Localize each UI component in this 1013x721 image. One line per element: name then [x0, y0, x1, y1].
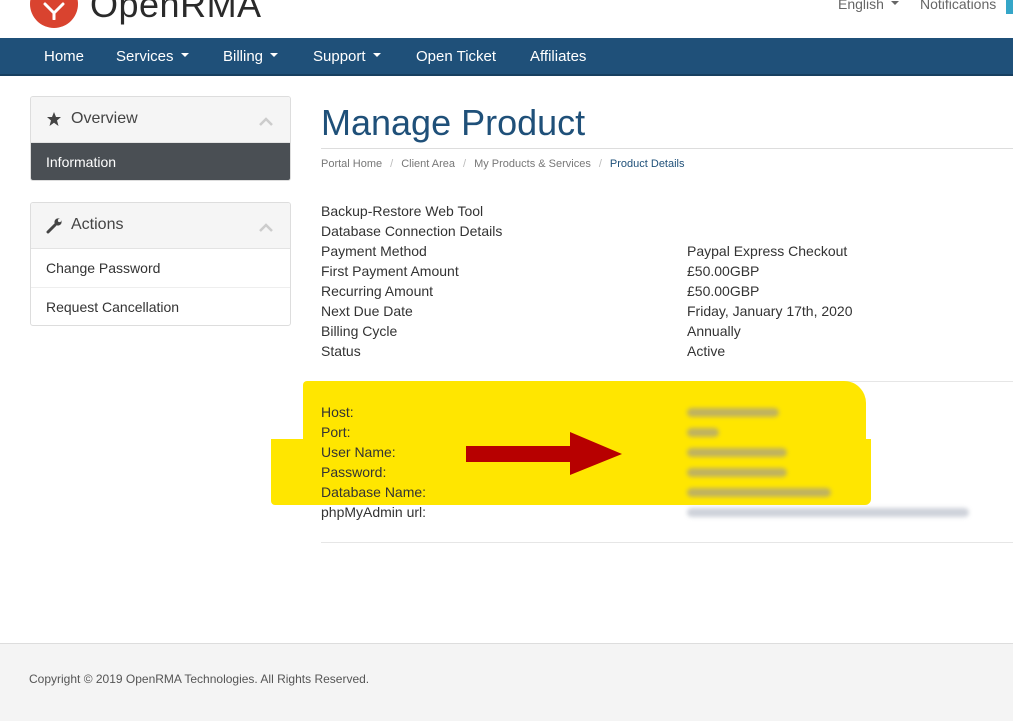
payment-method-value: Paypal Express Checkout — [687, 243, 848, 259]
status-label: Status — [321, 343, 361, 359]
phpmyadmin-url-label: phpMyAdmin url: — [321, 504, 427, 520]
db-connection-details-link[interactable]: Database Connection Details — [321, 223, 502, 239]
language-label: English — [838, 0, 884, 12]
billing-cycle-label: Billing Cycle — [321, 323, 398, 339]
overview-panel-header[interactable]: Overview — [31, 97, 290, 143]
backup-restore-link[interactable]: Backup-Restore Web Tool — [321, 203, 483, 219]
redacted-port — [687, 428, 719, 437]
next-due-date-label: Next Due Date — [321, 303, 413, 319]
nav-affiliates-label: Affiliates — [530, 48, 587, 65]
nav-support[interactable]: Support — [313, 48, 381, 65]
status-value: Active — [687, 343, 726, 359]
first-payment-label: First Payment Amount — [321, 263, 459, 279]
redacted-phpmyadmin-url[interactable] — [687, 508, 969, 517]
overview-title: Overview — [71, 110, 138, 127]
chevron-down-icon — [890, 1, 899, 6]
logo-icon[interactable] — [30, 0, 78, 28]
redacted-username — [687, 448, 787, 457]
chevron-up-icon[interactable] — [258, 220, 274, 238]
next-due-date-value: Friday, January 17th, 2020 — [687, 303, 853, 319]
chevron-up-icon[interactable] — [258, 114, 274, 132]
chevron-down-icon — [180, 53, 189, 58]
language-selector[interactable]: English — [838, 0, 899, 12]
actions-panel-header[interactable]: Actions — [31, 203, 290, 249]
notifications-link[interactable]: Notifications — [920, 0, 996, 12]
payment-method-label: Payment Method — [321, 243, 427, 259]
breadcrumb-client-area[interactable]: Client Area — [401, 158, 455, 170]
notification-badge — [1006, 0, 1013, 14]
password-label: Password: — [321, 464, 387, 480]
copyright-text: Copyright © 2019 OpenRMA Technologies. A… — [29, 672, 370, 686]
recurring-amount-value: £50.00GBP — [687, 283, 760, 299]
main-nav: Home Services Billing Support Open Ticke… — [0, 38, 1013, 76]
nav-billing-label: Billing — [223, 48, 264, 65]
nav-home[interactable]: Home — [44, 48, 84, 65]
title-divider — [321, 148, 1013, 149]
wrench-icon — [46, 217, 63, 239]
nav-services-label: Services — [116, 48, 174, 65]
redacted-host — [687, 408, 779, 417]
nav-support-label: Support — [313, 48, 366, 65]
breadcrumb: Portal Home / Client Area / My Products & Se… — [321, 158, 685, 170]
footer: Copyright © 2019 OpenRMA Technologies. A… — [0, 643, 1013, 721]
nav-billing[interactable]: Billing — [223, 48, 279, 65]
nav-open-ticket[interactable]: Open Ticket — [416, 48, 496, 65]
billing-cycle-value: Annually — [687, 323, 741, 339]
nav-affiliates[interactable]: Affiliates — [530, 48, 586, 65]
site-header: OpenRMA English Notifications — [0, 0, 1013, 38]
chevron-down-icon — [270, 53, 279, 58]
database-name-label: Database Name: — [321, 484, 427, 500]
sidebar-item-change-password[interactable]: Change Password — [31, 249, 290, 288]
arrow-right-icon — [466, 432, 622, 475]
logo-text[interactable]: OpenRMA — [90, 0, 262, 26]
redacted-database-name — [687, 488, 831, 497]
chevron-down-icon — [372, 53, 381, 58]
breadcrumb-my-products[interactable]: My Products & Services — [474, 158, 591, 170]
actions-title: Actions — [71, 216, 124, 233]
nav-services[interactable]: Services — [116, 48, 189, 65]
port-label: Port: — [321, 424, 351, 440]
recurring-amount-label: Recurring Amount — [321, 283, 434, 299]
nav-open-ticket-label: Open Ticket — [416, 48, 497, 65]
breadcrumb-product-details: Product Details — [609, 158, 685, 170]
overview-panel: Overview Information — [30, 96, 291, 181]
star-icon — [46, 111, 62, 132]
nav-home-label: Home — [44, 48, 85, 65]
first-payment-value: £50.00GBP — [687, 263, 760, 279]
username-label: User Name: — [321, 444, 396, 460]
host-label: Host: — [321, 404, 354, 420]
sidebar-item-request-cancellation[interactable]: Request Cancellation — [31, 288, 290, 325]
sidebar-item-information[interactable]: Information — [31, 143, 290, 180]
page-title: Manage Product — [321, 102, 586, 143]
breadcrumb-portal-home[interactable]: Portal Home — [321, 158, 382, 170]
section-divider — [321, 542, 1013, 543]
actions-panel: Actions Change Password Request Cancella… — [30, 202, 291, 326]
redacted-password — [687, 468, 787, 477]
